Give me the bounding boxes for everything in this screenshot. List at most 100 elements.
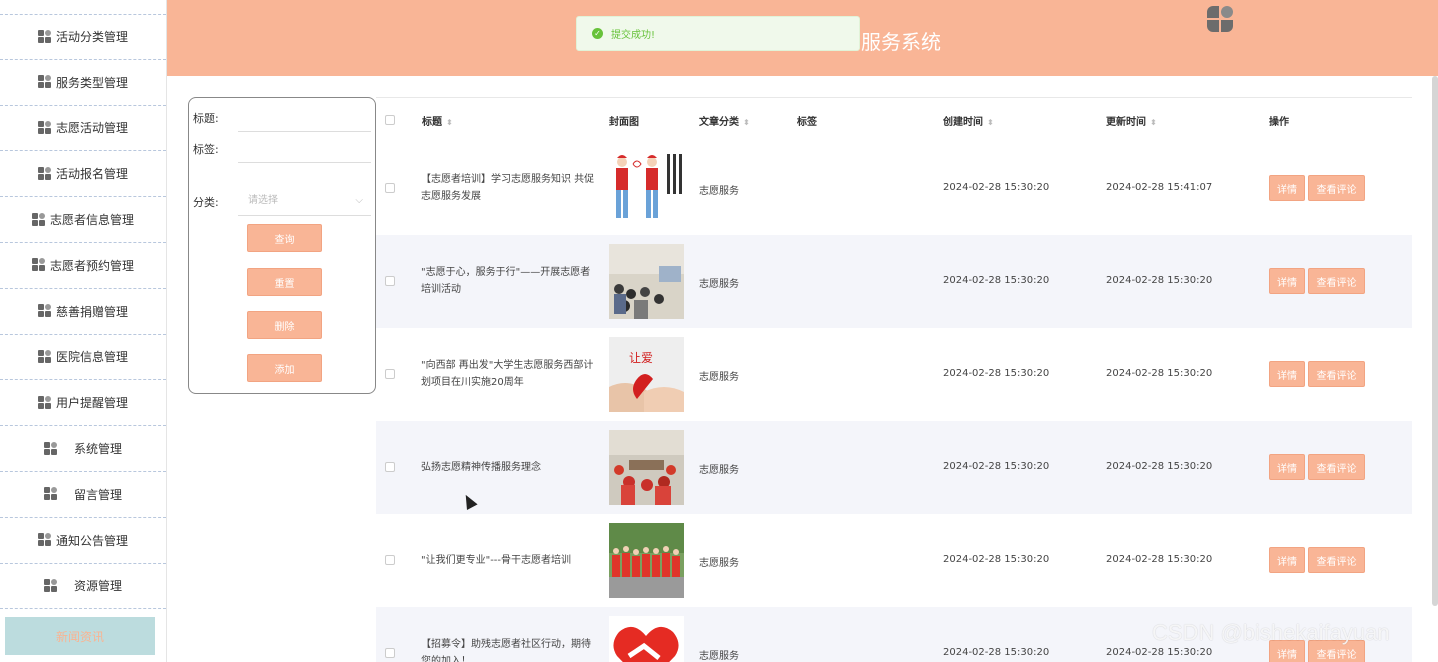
row-title: 弘扬志愿精神传播服务理念: [421, 462, 541, 473]
menu-icon: [43, 578, 58, 593]
sort-icon[interactable]: ⬍: [1150, 118, 1157, 127]
row-updated: 2024-02-28 15:30:20: [1106, 461, 1213, 472]
sidebar-item-activity-category[interactable]: 活动分类管理: [0, 14, 166, 60]
sidebar-item-label: 用户提醒管理: [55, 396, 128, 411]
title-label: 标题:: [193, 112, 219, 125]
header-category[interactable]: 文章分类 ⬍: [699, 113, 750, 128]
row-checkbox[interactable]: [385, 555, 395, 565]
row-title: 【志愿者培训】学习志愿服务知识 共促志愿服务发展: [421, 174, 595, 202]
logo-icon[interactable]: [1207, 6, 1233, 32]
cover-image: [609, 523, 684, 598]
sidebar-item-messages[interactable]: 留言管理: [0, 472, 166, 518]
sidebar-item-resources[interactable]: 资源管理: [0, 564, 166, 610]
menu-icon: [37, 304, 52, 318]
sidebar-item-volunteer-info[interactable]: 志愿者信息管理: [0, 197, 166, 243]
sidebar-item-label: 系统管理: [73, 442, 122, 457]
menu-icon: [43, 441, 58, 456]
cover-image: [609, 244, 684, 319]
row-updated: 2024-02-28 15:30:20: [1106, 647, 1213, 658]
row-title: "志愿于心，服务于行"——开展志愿者培训活动: [421, 267, 591, 295]
sidebar-item-service-type[interactable]: 服务类型管理: [0, 60, 166, 106]
detail-button[interactable]: 详情: [1269, 361, 1305, 387]
vertical-scrollbar[interactable]: [1432, 76, 1438, 606]
view-comments-button[interactable]: 查看评论: [1308, 547, 1365, 573]
query-button[interactable]: 查询: [247, 224, 322, 252]
page-title: 服务系统: [861, 30, 941, 54]
sidebar-item-label: 通知公告管理: [55, 533, 128, 548]
view-comments-button[interactable]: 查看评论: [1308, 268, 1365, 294]
sidebar-item-news[interactable]: 新闻资讯: [5, 617, 155, 655]
sidebar-item-label: 资源管理: [73, 579, 122, 594]
delete-button[interactable]: 删除: [247, 311, 322, 339]
detail-button[interactable]: 详情: [1269, 175, 1305, 201]
row-updated: 2024-02-28 15:30:20: [1106, 368, 1213, 379]
row-checkbox[interactable]: [385, 462, 395, 472]
menu-icon: [31, 258, 46, 272]
header-category-label: 文章分类: [699, 117, 739, 128]
sort-icon[interactable]: ⬍: [987, 118, 994, 127]
sidebar-item-volunteer-activity[interactable]: 志愿活动管理: [0, 106, 166, 152]
row-category: 志愿服务: [699, 372, 739, 383]
chevron-down-icon: ⌵: [355, 195, 363, 206]
cover-image: 让爱: [609, 337, 684, 412]
watermark: CSDN @bishekaifayuan: [1152, 620, 1390, 645]
menu-icon: [37, 29, 52, 44]
sidebar-item-charity-donation[interactable]: 慈善捐赠管理: [0, 289, 166, 335]
header-cover: 封面图: [609, 117, 639, 128]
row-checkbox[interactable]: [385, 183, 395, 193]
header-updated[interactable]: 更新时间 ⬍: [1106, 113, 1157, 128]
row-updated: 2024-02-28 15:30:20: [1106, 554, 1213, 565]
cover-image: [609, 150, 684, 225]
sidebar-item-user-reminder[interactable]: 用户提醒管理: [0, 380, 166, 427]
sort-icon[interactable]: ⬍: [446, 118, 453, 127]
row-created: 2024-02-28 15:30:20: [943, 182, 1050, 193]
select-all-checkbox[interactable]: [385, 115, 395, 125]
row-checkbox[interactable]: [385, 648, 395, 658]
sidebar-item-label: 慈善捐赠管理: [55, 304, 128, 319]
row-title: "让我们更专业"---骨干志愿者培训: [421, 555, 572, 566]
sidebar-item-activity-signup[interactable]: 活动报名管理: [0, 151, 166, 198]
view-comments-button[interactable]: 查看评论: [1308, 454, 1365, 480]
detail-button[interactable]: 详情: [1269, 547, 1305, 573]
row-created: 2024-02-28 15:30:20: [943, 554, 1050, 565]
row-title: 【招募令】助残志愿者社区行动，期待您的加入！: [421, 639, 591, 662]
sort-icon[interactable]: ⬍: [743, 118, 750, 127]
sidebar-item-system[interactable]: 系统管理: [0, 426, 166, 472]
cover-image: [609, 430, 684, 505]
view-comments-button[interactable]: 查看评论: [1308, 175, 1365, 201]
reset-button[interactable]: 重置: [247, 268, 322, 296]
view-comments-button[interactable]: 查看评论: [1308, 361, 1365, 387]
sidebar-item-volunteer-booking[interactable]: 志愿者预约管理: [0, 243, 166, 289]
row-category: 志愿服务: [699, 186, 739, 197]
header-tags: 标签: [797, 117, 817, 128]
success-toast: ✓ 提交成功!: [576, 16, 860, 51]
menu-icon: [31, 212, 46, 227]
sidebar-item-notice[interactable]: 通知公告管理: [0, 518, 166, 564]
row-checkbox[interactable]: [385, 276, 395, 286]
row-checkbox[interactable]: [385, 369, 395, 379]
header-created[interactable]: 创建时间 ⬍: [943, 113, 994, 128]
title-input[interactable]: [238, 102, 371, 132]
category-label: 分类:: [193, 196, 219, 209]
table-row: 弘扬志愿精神传播服务理念 志愿服务 2024-02-28 15:30:20 20…: [376, 421, 1412, 514]
table-row: "志愿于心，服务于行"——开展志愿者培训活动 志愿服务 2024-02-28 1…: [376, 235, 1412, 328]
category-select[interactable]: 请选择 ⌵: [238, 186, 371, 216]
header-title-label: 标题: [422, 117, 442, 128]
table-row: "向西部 再出发"大学生志愿服务西部计划项目在川实施20周年 让爱 志愿服务 2…: [376, 328, 1412, 421]
sidebar-item-hospital-info[interactable]: 医院信息管理: [0, 335, 166, 381]
row-created: 2024-02-28 15:30:20: [943, 647, 1050, 658]
sidebar-item-label: 医院信息管理: [55, 350, 128, 365]
sidebar-item-label: 志愿者信息管理: [49, 213, 134, 228]
row-created: 2024-02-28 15:30:20: [943, 275, 1050, 286]
detail-button[interactable]: 详情: [1269, 454, 1305, 480]
header-updated-label: 更新时间: [1106, 117, 1146, 128]
detail-button[interactable]: 详情: [1269, 268, 1305, 294]
header-title[interactable]: 标题 ⬍: [422, 113, 453, 128]
svg-text:让爱: 让爱: [629, 351, 653, 365]
table-row: "让我们更专业"---骨干志愿者培训 志愿服务 2024-02-28 15:30…: [376, 514, 1412, 607]
tag-input[interactable]: [238, 133, 371, 163]
check-circle-icon: ✓: [592, 28, 603, 39]
row-updated: 2024-02-28 15:41:07: [1106, 182, 1213, 193]
add-button[interactable]: 添加: [247, 354, 322, 382]
search-form: 标题: 标签: 分类: 请选择 ⌵ 查询 重置 删除 添加: [188, 97, 376, 394]
